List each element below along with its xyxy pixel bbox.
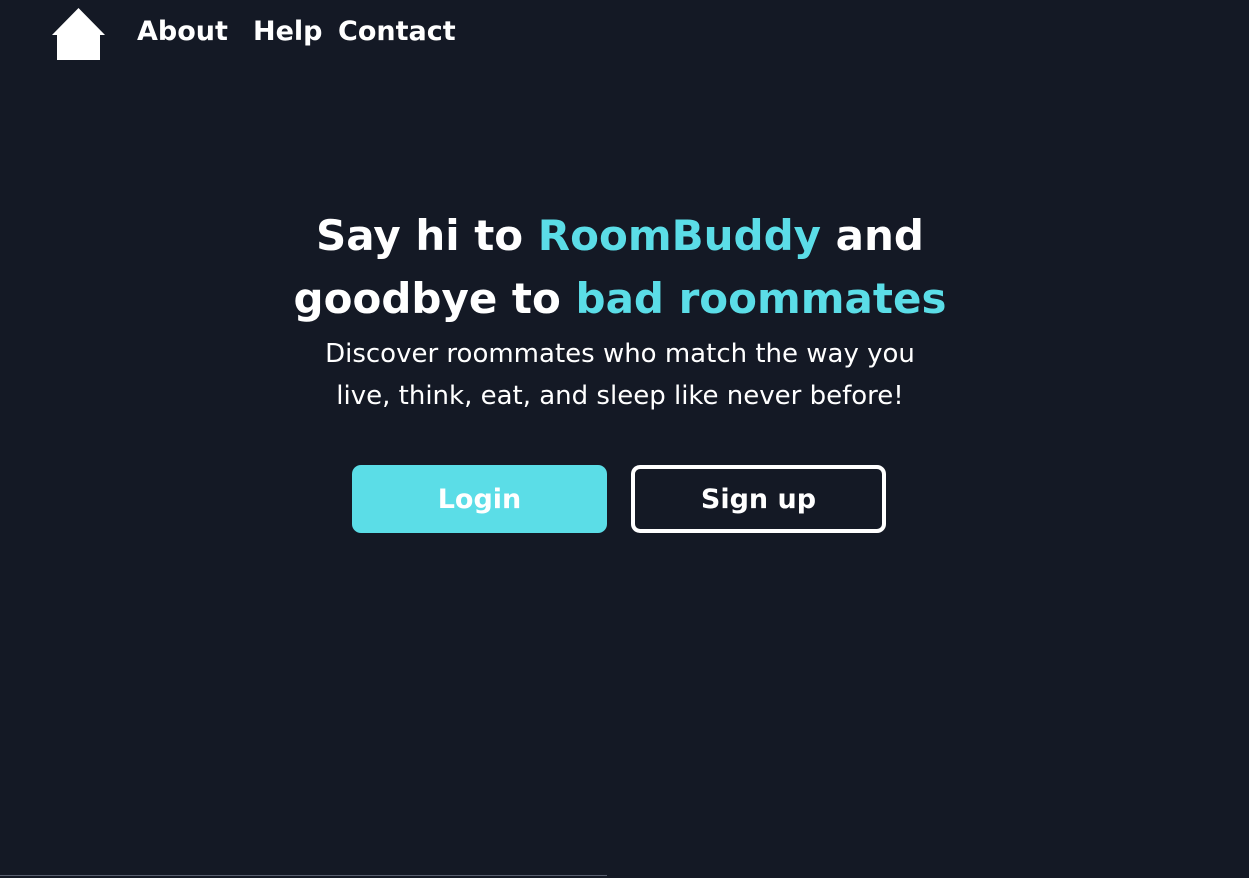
house-icon — [52, 8, 105, 60]
headline-text: Say hi to — [316, 211, 538, 260]
nav-link-about[interactable]: About — [137, 14, 228, 50]
brand-name: RoomBuddy — [537, 211, 822, 260]
nav-link-contact[interactable]: Contact — [338, 14, 456, 50]
login-button[interactable]: Login — [352, 465, 607, 533]
headline-accent: bad roommates — [575, 274, 947, 323]
hero-tagline: Discover roommates who match the way you… — [325, 339, 915, 411]
headline-text: and — [821, 211, 924, 260]
hero-section: Say hi to RoomBuddy and goodbye to bad r… — [0, 204, 1240, 417]
nav-link-help[interactable]: Help — [253, 14, 323, 50]
hero-headline: Say hi to RoomBuddy and goodbye to bad r… — [0, 204, 1240, 330]
auth-actions: Login Sign up — [352, 465, 887, 533]
top-nav: About Help Contact — [0, 0, 1249, 66]
home-button[interactable] — [52, 8, 105, 60]
signup-button[interactable]: Sign up — [631, 465, 886, 533]
divider — [0, 875, 607, 876]
headline-text: goodbye to — [293, 274, 576, 323]
